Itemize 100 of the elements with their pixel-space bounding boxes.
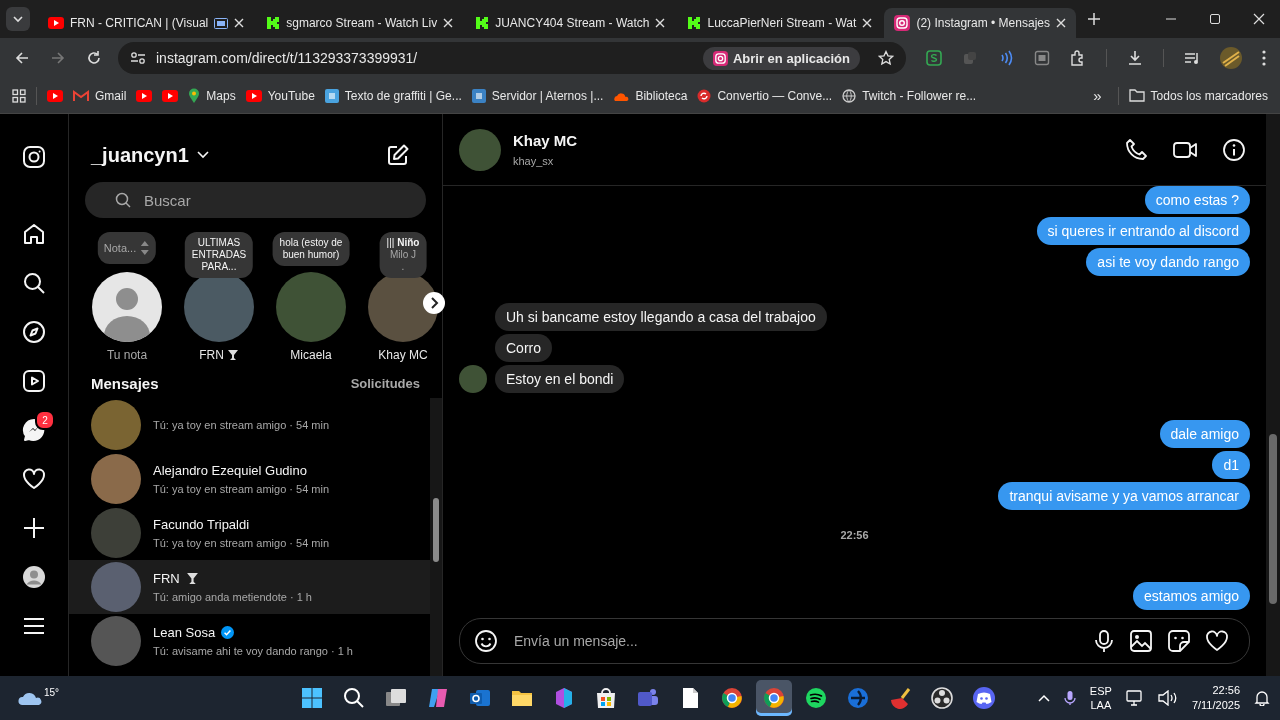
contact-name[interactable]: Khay MC [513, 132, 578, 149]
message-bubble: dale amigo [1159, 420, 1250, 448]
image-icon[interactable] [1129, 629, 1153, 653]
speaker-icon[interactable] [1157, 690, 1178, 706]
profile-icon[interactable] [22, 565, 46, 589]
close-icon[interactable] [1253, 13, 1265, 25]
conversation-item[interactable]: Facundo Tripaldi Tú: ya toy en stream amigo · 54 min [69, 506, 430, 560]
emoji-icon[interactable] [474, 629, 498, 653]
chevron-up-icon[interactable] [1037, 694, 1050, 702]
star-icon[interactable] [878, 50, 894, 66]
conversation-item[interactable]: Alejandro Ezequiel Gudino Tú: ya toy en stream amigo · 54 min [69, 452, 430, 506]
more-bookmarks-button[interactable]: » [1087, 87, 1108, 104]
phone-icon[interactable] [1124, 137, 1148, 162]
sticker-icon[interactable] [1167, 629, 1191, 653]
download-icon[interactable] [1127, 50, 1143, 66]
close-icon[interactable] [655, 18, 666, 28]
reload-icon[interactable] [86, 50, 102, 66]
scrollbar[interactable] [1266, 114, 1280, 676]
search-icon[interactable] [22, 271, 46, 295]
microphone-icon[interactable] [1063, 690, 1076, 706]
chevron-right-icon[interactable] [423, 292, 445, 314]
more-options-icon[interactable] [1262, 50, 1266, 66]
conversation-item[interactable]: FRN Tú: amigo anda metiendote · 1 h [69, 560, 430, 614]
notification-bell-icon[interactable] [1254, 690, 1270, 706]
apps-grid-icon[interactable] [12, 88, 26, 103]
close-icon[interactable] [862, 18, 873, 28]
conversation-item[interactable]: Tú: ya toy en stream amigo · 54 min [69, 398, 430, 452]
clock[interactable]: 22:56 7/11/2025 [1191, 683, 1240, 713]
globe-icon [842, 88, 857, 103]
message-bubble: tranqui avisame y ya vamos arrancar [998, 482, 1250, 510]
browser-icon[interactable] [755, 680, 792, 716]
bookmark-label: Maps [206, 88, 236, 103]
microphone-icon[interactable] [1093, 629, 1115, 653]
language-indicator[interactable]: ESP LAA [1089, 684, 1112, 712]
requests-link[interactable]: Solicitudes [350, 375, 420, 391]
extension-icon[interactable] [926, 50, 942, 66]
heart-icon[interactable] [1205, 629, 1229, 653]
maximize-icon[interactable] [1209, 13, 1221, 25]
plus-icon[interactable] [22, 516, 46, 540]
browser-tab[interactable]: FRN - CRITICAN | (Visual [38, 8, 255, 38]
note-text: Milo J [389, 249, 417, 261]
compose-icon[interactable] [386, 143, 410, 167]
note-text: ULTIMAS [197, 237, 241, 249]
queue-music-icon[interactable] [1184, 50, 1200, 66]
site-settings-icon[interactable] [130, 51, 146, 65]
message-preview: Tú: amigo anda metiendote · 1 h [153, 591, 312, 603]
message-bubble: d1 [1212, 451, 1250, 479]
tab-search-icon[interactable] [6, 7, 30, 31]
conversation-item[interactable]: Lean Sosa Tú: avisame ahi te voy dando rango · 1 h [69, 614, 430, 668]
k-logo-icon [687, 16, 702, 30]
browser-tab[interactable]: sgmarco Stream - Watch Liv [256, 8, 464, 38]
play-icon[interactable] [22, 369, 46, 393]
heart-icon[interactable] [22, 467, 46, 491]
puzzle-icon[interactable] [1070, 50, 1086, 66]
play-icon [48, 17, 64, 29]
bookmark[interactable] [162, 89, 179, 102]
avatar-photo [91, 400, 141, 450]
sound-waves-icon[interactable] [998, 50, 1014, 66]
account-name[interactable]: _juancyn1 [91, 143, 189, 167]
message-input[interactable]: Envía un mensaje... [512, 632, 1079, 650]
extension-icon[interactable] [1034, 50, 1050, 66]
back-icon[interactable] [14, 50, 30, 66]
play-icon [162, 89, 179, 102]
close-icon[interactable] [1056, 18, 1066, 28]
scrollbar[interactable] [430, 398, 442, 676]
browser-tab[interactable]: (2) Instagram • Mensajes [884, 8, 1076, 38]
note-tooltip[interactable]: ULTIMAS ENTRADAS PARA... [184, 232, 254, 278]
compass-icon[interactable] [22, 320, 46, 344]
scrollbar-thumb[interactable] [1269, 434, 1277, 604]
message-composer[interactable]: Envía un mensaje... [459, 618, 1250, 664]
profile-avatar-icon[interactable] [1220, 47, 1242, 69]
home-icon[interactable] [22, 222, 46, 246]
chevron-down-icon[interactable] [196, 151, 209, 159]
note-tooltip[interactable]: ||| Niño Milo J . [379, 232, 427, 278]
browser-tab[interactable]: JUANCY404 Stream - Watch [465, 8, 676, 38]
note-tooltip[interactable]: Nota... [97, 232, 157, 264]
bookmark[interactable]: Maps [188, 87, 236, 104]
scrollbar-thumb[interactable] [433, 498, 439, 562]
bookmark[interactable]: Servidor | Aternos |... [471, 88, 604, 103]
bookmark[interactable]: Biblioteca [613, 88, 688, 103]
search-field[interactable]: Buscar [85, 182, 426, 218]
bookmark[interactable] [136, 89, 153, 102]
info-icon[interactable] [1222, 137, 1246, 162]
bookmark[interactable]: YouTube [245, 88, 315, 103]
address-bar[interactable]: instagram.com/direct/t/113293373399931/ Abrir en aplicación [118, 42, 906, 74]
tab-title: sgmarco Stream - Watch Liv [286, 16, 438, 30]
message-preview: Tú: ya toy en stream amigo · 54 min [153, 419, 330, 431]
all-bookmarks-folder[interactable]: Todos los marcadores [1128, 88, 1268, 103]
close-icon[interactable] [234, 18, 245, 28]
forward-icon[interactable] [50, 50, 66, 66]
open-app-button[interactable]: Abrir en aplicación [702, 46, 860, 70]
camera-logo-icon[interactable] [22, 145, 46, 169]
monitor-icon[interactable] [1125, 690, 1144, 706]
new-tab-icon[interactable] [1088, 13, 1100, 25]
message-bubble: Uh si bancame estoy llegando a casa del trabajoo [495, 303, 827, 331]
bookmark[interactable]: Gmail [73, 88, 127, 103]
bookmark[interactable] [47, 89, 63, 102]
browser-tab[interactable]: LuccaPierNeri Stream - Wat [677, 8, 883, 38]
close-icon[interactable] [443, 18, 454, 28]
note-tooltip[interactable]: hola (estoy de buen humor) [272, 232, 350, 266]
